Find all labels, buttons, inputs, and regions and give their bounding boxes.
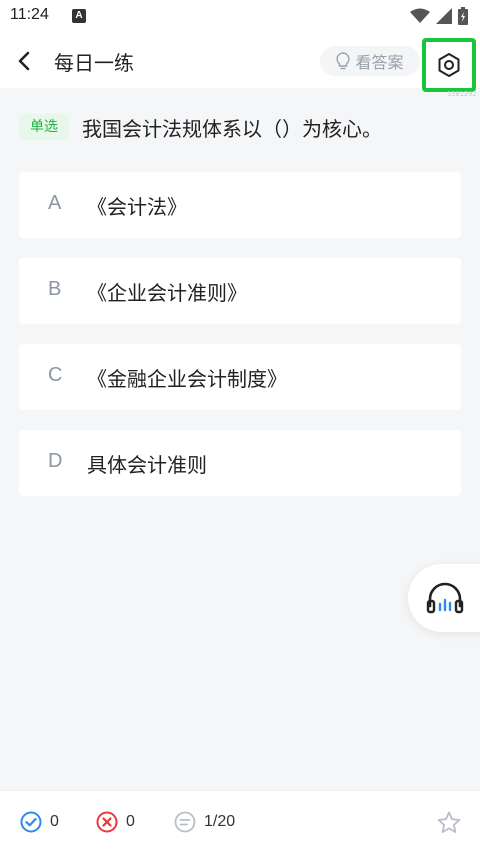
signal-icon bbox=[436, 8, 452, 24]
chevron-left-icon bbox=[18, 51, 30, 71]
status-time: 11:24 bbox=[10, 6, 49, 23]
correct-count: 0 bbox=[50, 813, 59, 830]
wrong-stat: 0 bbox=[96, 811, 135, 833]
wifi-icon bbox=[410, 8, 430, 23]
status-bar: 11:24 A bbox=[0, 0, 480, 34]
question-progress-button[interactable]: 1/20 bbox=[174, 811, 235, 833]
option-letter: B bbox=[48, 278, 62, 300]
page-title: 每日一练 bbox=[54, 51, 134, 75]
option-d[interactable]: D 具体会计准则 bbox=[19, 430, 461, 496]
option-letter: A bbox=[48, 192, 62, 214]
settings-hexagon-icon bbox=[438, 53, 460, 77]
correct-stat: 0 bbox=[20, 811, 59, 833]
option-text: 《金融企业会计制度》 bbox=[87, 367, 287, 391]
favorite-button[interactable] bbox=[436, 810, 462, 840]
option-letter: C bbox=[48, 364, 63, 386]
status-icons bbox=[410, 7, 468, 25]
battery-icon bbox=[458, 7, 468, 25]
progress-text: 1/20 bbox=[204, 813, 236, 830]
option-b[interactable]: B 《企业会计准则》 bbox=[19, 258, 461, 324]
option-text: 《企业会计准则》 bbox=[87, 281, 247, 305]
headphones-icon bbox=[426, 582, 464, 614]
settings-button[interactable] bbox=[422, 38, 476, 92]
view-answer-label: 看答案 bbox=[355, 53, 404, 72]
bottom-bar: 0 0 1/20 bbox=[0, 790, 480, 854]
option-text: 具体会计准则 bbox=[87, 453, 207, 477]
question-type-badge: 单选 bbox=[19, 114, 69, 140]
question-id-text: 1581292 bbox=[447, 90, 477, 98]
option-a[interactable]: A 《会计法》 bbox=[19, 172, 461, 238]
option-letter: D bbox=[48, 450, 63, 472]
wrong-x-icon bbox=[96, 811, 118, 833]
view-answer-button[interactable]: 看答案 bbox=[320, 46, 420, 76]
option-text: 《会计法》 bbox=[87, 195, 187, 219]
lightbulb-icon bbox=[336, 52, 351, 70]
audio-button[interactable] bbox=[408, 564, 480, 632]
header-bar: 每日一练 看答案 bbox=[0, 34, 480, 92]
question-text: 我国会计法规体系以（）为核心。 bbox=[82, 117, 382, 141]
wrong-count: 0 bbox=[126, 813, 135, 830]
correct-check-icon bbox=[20, 811, 42, 833]
list-circle-icon bbox=[174, 811, 196, 833]
option-c[interactable]: C 《金融企业会计制度》 bbox=[19, 344, 461, 410]
star-icon bbox=[437, 811, 461, 833]
notification-badge-icon: A bbox=[72, 9, 86, 23]
back-button[interactable] bbox=[10, 47, 38, 75]
